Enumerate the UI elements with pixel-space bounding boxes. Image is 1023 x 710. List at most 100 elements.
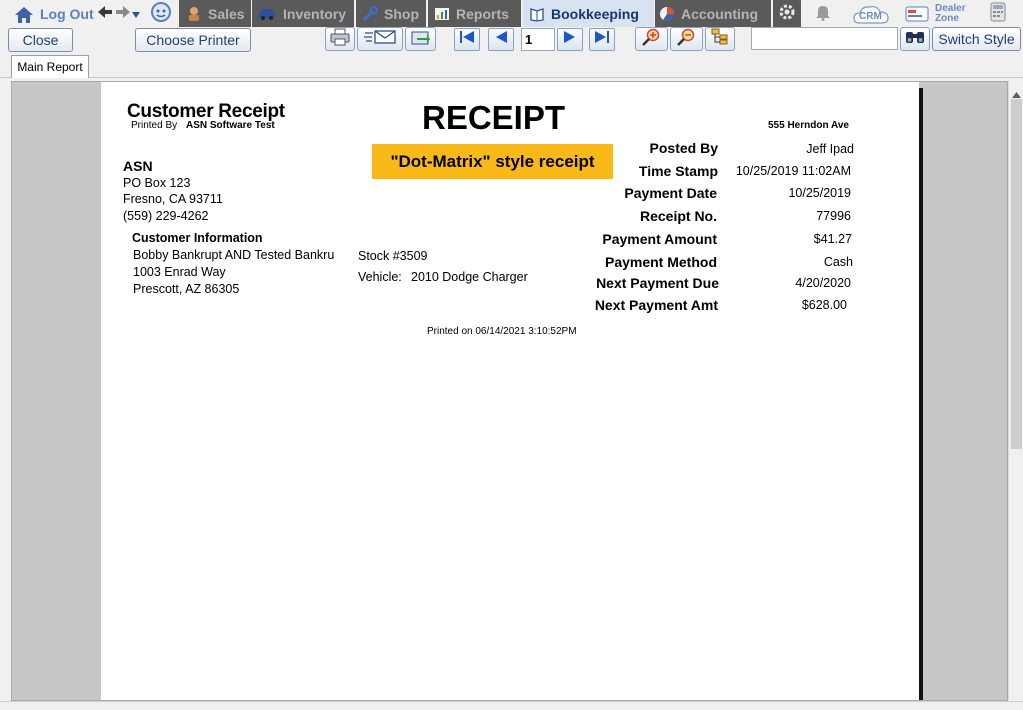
calculator-icon <box>990 2 1006 25</box>
nav-bookkeeping[interactable]: Bookkeeping <box>523 0 654 27</box>
printed-on: Printed on 06/14/2021 3:10:52PM <box>427 326 577 337</box>
back-button[interactable] <box>97 0 115 27</box>
zoom-out-button[interactable] <box>670 27 703 51</box>
history-dropdown[interactable] <box>131 0 143 27</box>
settings-button[interactable] <box>773 0 801 27</box>
detail-label: Payment Method <box>604 254 717 270</box>
vertical-scrollbar[interactable] <box>1008 81 1023 701</box>
detail-label: Receipt No. <box>639 208 717 224</box>
home-icon <box>14 6 33 23</box>
first-page-icon <box>459 30 475 49</box>
nav-sales[interactable]: Sales <box>179 0 251 27</box>
printer-icon <box>330 28 350 51</box>
detail-label: Payment Amount <box>602 231 717 247</box>
find-button[interactable] <box>900 27 930 51</box>
back-arrow-icon <box>97 5 113 22</box>
company-address-line1: PO Box 123 <box>123 176 191 190</box>
nav-reports[interactable]: Reports <box>428 0 521 27</box>
dealer-zone-icon <box>905 6 929 22</box>
dealer-zone-label-2: Zone <box>935 12 959 24</box>
crm-cloud-icon: CRM <box>853 3 889 25</box>
detail-label: Posted By <box>649 140 718 156</box>
printed-by-label: Printed By <box>131 120 178 131</box>
dropdown-icon <box>131 6 141 22</box>
previous-page-button[interactable] <box>488 28 514 51</box>
shop-wrench-icon <box>362 5 378 22</box>
zoom-out-icon <box>676 28 698 51</box>
app-window: Log Out Sales Inventory Shop Reports Boo… <box>0 0 1023 710</box>
email-envelope-icon <box>363 29 397 50</box>
stock-number: Stock #3509 <box>358 249 428 263</box>
vehicle-label: Vehicle: <box>358 270 402 284</box>
detail-label: Payment Date <box>624 185 717 201</box>
printed-by-value: ASN Software Test <box>186 120 275 131</box>
email-button[interactable] <box>357 27 403 51</box>
bell-icon <box>815 3 831 24</box>
detail-value: $41.27 <box>813 232 852 246</box>
report-toolbar: Close Choose Printer 1 Switch Style <box>0 27 1023 53</box>
export-button[interactable] <box>405 27 436 51</box>
notifications-button[interactable] <box>815 0 837 27</box>
customer-address2: Prescott, AZ 86305 <box>133 282 240 296</box>
close-button[interactable]: Close <box>8 28 73 52</box>
company-name: ASN <box>123 158 153 174</box>
previous-page-icon <box>494 30 508 49</box>
customer-info-heading: Customer Information <box>132 231 263 245</box>
detail-value: 10/25/2019 11:02AM <box>735 164 851 178</box>
dot-matrix-badge: "Dot-Matrix" style receipt <box>372 144 613 179</box>
group-tree-button[interactable] <box>705 27 735 51</box>
page-number-input[interactable] <box>521 28 555 51</box>
logout-button[interactable]: Log Out <box>0 0 94 27</box>
report-viewer: Customer Receipt Printed By ASN Software… <box>11 81 1008 701</box>
next-page-icon <box>563 30 577 49</box>
detail-label: Time Stamp <box>638 163 718 179</box>
detail-value: 10/25/2019 <box>788 186 851 200</box>
last-page-button[interactable] <box>589 28 615 51</box>
detail-label: Next Payment Amt <box>594 297 718 313</box>
user-face-icon <box>150 1 172 26</box>
gear-icon <box>778 3 796 24</box>
detail-value: Cash <box>823 255 853 269</box>
reports-icon <box>434 6 450 22</box>
zoom-in-button[interactable] <box>635 27 668 51</box>
calculator-button[interactable] <box>990 0 1010 27</box>
nav-inventory[interactable]: Inventory <box>252 0 354 27</box>
detail-label: Next Payment Due <box>596 275 719 291</box>
dealer-zone-button[interactable]: Dealer Zone <box>905 0 975 27</box>
switch-style-button[interactable]: Switch Style <box>932 27 1021 51</box>
detail-value: $628.00 <box>801 298 847 312</box>
nav-accounting[interactable]: Accounting <box>655 0 771 27</box>
scroll-thumb[interactable] <box>1011 99 1022 449</box>
detail-value: Jeff Ipad <box>806 142 854 156</box>
search-input[interactable] <box>751 27 898 50</box>
report-tabs: Main Report <box>0 53 1023 78</box>
dealer-address: 555 Herndon Ave <box>768 120 849 131</box>
tab-main-report[interactable]: Main Report <box>11 55 89 78</box>
choose-printer-button[interactable]: Choose Printer <box>135 28 251 52</box>
pie-chart-icon <box>659 6 675 22</box>
report-page: Customer Receipt Printed By ASN Software… <box>101 82 919 700</box>
inventory-car-icon <box>257 6 277 22</box>
dealer-zone-label-1: Dealer <box>935 2 966 14</box>
sales-icon <box>186 6 202 22</box>
next-page-button[interactable] <box>557 28 583 51</box>
user-profile-button[interactable] <box>150 0 176 27</box>
print-button[interactable] <box>325 27 355 51</box>
nav-shop[interactable]: Shop <box>356 0 426 27</box>
customer-name: Bobby Bankrupt AND Tested Bankru <box>133 248 335 262</box>
company-phone: (559) 229-4262 <box>123 209 209 223</box>
tree-icon <box>711 28 729 51</box>
detail-value: 77996 <box>816 209 851 223</box>
first-page-button[interactable] <box>454 28 480 51</box>
forward-button[interactable] <box>115 0 132 27</box>
binoculars-icon <box>904 29 926 50</box>
vehicle-value: 2010 Dodge Charger <box>411 270 528 284</box>
zoom-in-icon <box>641 28 663 51</box>
top-nav: Log Out Sales Inventory Shop Reports Boo… <box>0 0 1023 27</box>
customer-address1: 1003 Enrad Way <box>133 265 226 279</box>
crm-button[interactable]: CRM <box>853 0 891 27</box>
book-icon <box>529 6 545 22</box>
export-icon <box>411 28 431 51</box>
receipt-heading: RECEIPT <box>422 99 566 136</box>
forward-arrow-icon <box>115 5 131 22</box>
